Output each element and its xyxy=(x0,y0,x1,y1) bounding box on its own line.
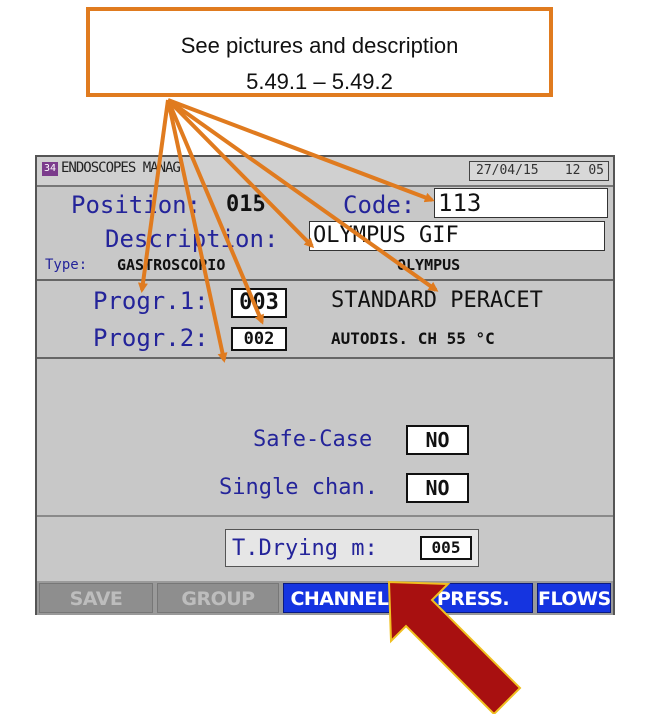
pointer-arrow-icon xyxy=(387,580,522,714)
annotation-arrow-progr2 xyxy=(166,99,228,363)
annotation-arrow-type xyxy=(137,99,170,293)
annotation-overlay xyxy=(137,98,522,714)
annotation-arrow-code xyxy=(167,98,435,203)
annotation-arrow-description xyxy=(166,98,315,249)
